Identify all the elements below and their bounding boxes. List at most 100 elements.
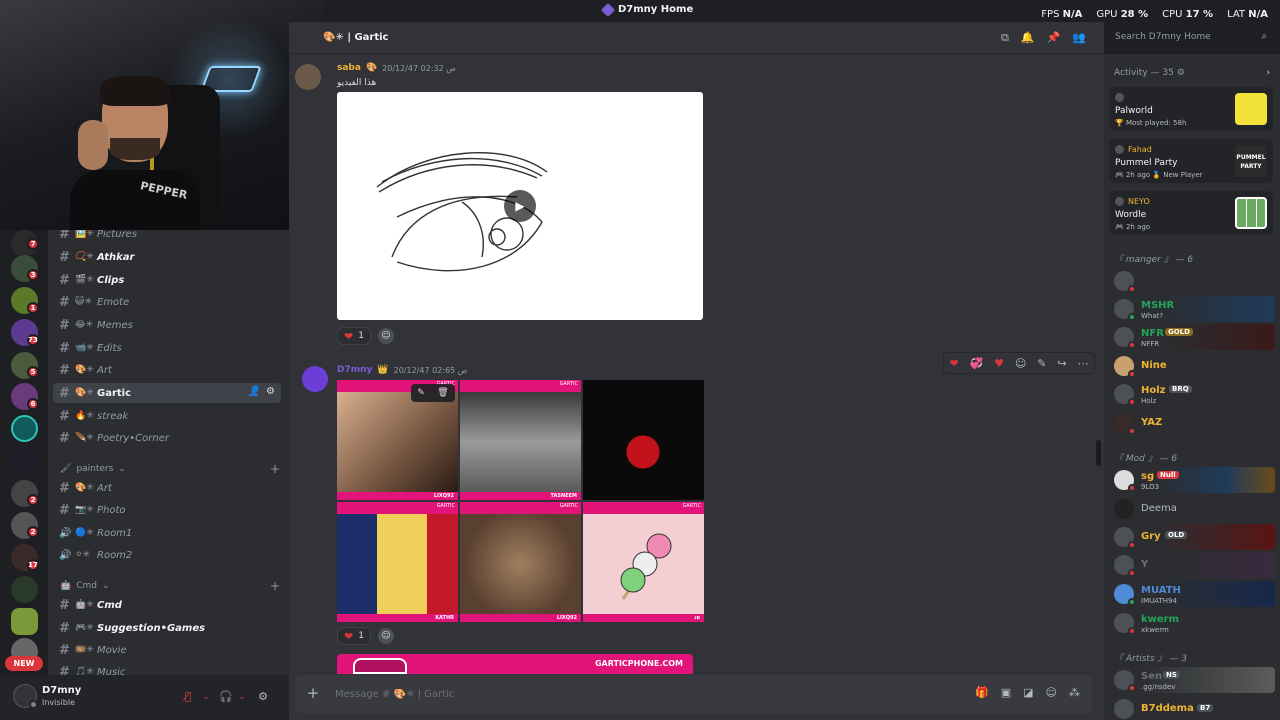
gallery-image[interactable]: GARTIC KATHR — [337, 502, 458, 622]
channel-pictures[interactable]: # 🖼️✳ Pictures — [53, 230, 281, 244]
channel-streak[interactable]: # 🔥✳ streak — [53, 406, 281, 426]
video-attachment[interactable]: ▶ — [337, 92, 703, 320]
channel-movie[interactable]: # 🎞️✳ Movie — [53, 640, 281, 660]
member-item[interactable]: Holz BRQ Holz — [1109, 381, 1275, 407]
heart-icon: ❤ — [344, 329, 354, 343]
invite-icon[interactable]: 👤 — [248, 386, 260, 397]
message-author[interactable]: saba — [337, 63, 361, 73]
member-item[interactable]: Y — [1109, 552, 1275, 578]
voice-channel-room2[interactable]: 🔊 ⚪✳ Room2 — [53, 545, 281, 565]
mute-mic-button[interactable]: 🎙̸ — [178, 687, 198, 705]
channel-gartic[interactable]: # 🎨✳ Gartic 👤 ⚙ — [53, 383, 281, 403]
bell-icon[interactable]: 🔔 — [1021, 31, 1035, 45]
sticker-icon[interactable]: ◪ — [1023, 686, 1033, 699]
gallery-image[interactable]: GARTIC LIXQ92 ✎ 🗑 — [337, 380, 458, 500]
gif-icon[interactable]: ▣ — [1001, 686, 1011, 699]
channel-music[interactable]: # 🎵✳ Music — [53, 662, 281, 676]
add-reaction-button[interactable]: ☺ — [378, 328, 394, 344]
channel-cmd[interactable]: # 🤖✳ Cmd — [53, 595, 281, 615]
upload-plus-button[interactable]: + — [305, 685, 321, 701]
threads-icon[interactable]: ⧉ — [1001, 31, 1009, 45]
avatar[interactable] — [295, 64, 321, 90]
channel-art[interactable]: # 🎨✳ Art — [53, 360, 281, 380]
audio-options-chevron[interactable]: ⌄ — [232, 687, 252, 705]
gallery-image[interactable] — [583, 380, 704, 500]
server-icon[interactable] — [11, 415, 38, 442]
activity-header[interactable]: Activity — 35 ⚙ › — [1114, 68, 1270, 78]
channel-suggestion-games[interactable]: # 🎮✳ Suggestion•Games — [53, 618, 281, 638]
gallery-image[interactable]: GARTIC TASNEEM — [460, 380, 581, 500]
member-item[interactable]: YAZ — [1109, 410, 1275, 436]
gear-icon[interactable]: ⚙ — [266, 386, 275, 397]
member-item[interactable]: MUATH IMUATH94 — [1109, 581, 1275, 607]
window-title: D7mny Home — [600, 2, 693, 17]
server-icon[interactable] — [11, 448, 38, 475]
mic-options-chevron[interactable]: ⌄ — [196, 687, 216, 705]
channel-memes[interactable]: # 😂✳ Memes — [53, 315, 281, 335]
category-painters[interactable]: 🖌 painters ⌄ + — [60, 462, 280, 476]
search-input[interactable]: Search D7mny Home ⌕ — [1109, 29, 1273, 47]
member-item[interactable]: NFR GOLD NFFR — [1109, 324, 1275, 350]
reaction-heart[interactable]: ❤ 1 — [337, 627, 371, 645]
channel-painters-art[interactable]: # 🎨✳ Art — [53, 478, 281, 498]
heart-reaction-icon[interactable]: ♥ — [994, 357, 1004, 370]
chevron-right-icon[interactable]: › — [1266, 68, 1270, 78]
reaction-heart[interactable]: ❤ 1 — [337, 327, 371, 345]
member-item[interactable]: MSHR What? — [1109, 296, 1275, 322]
chat-scrollbar[interactable] — [1096, 440, 1101, 466]
gartic-banner-image[interactable]: GARTICPHONE.COM — [337, 654, 693, 674]
member-item[interactable]: Sen NS .gg/nsdev — [1109, 667, 1275, 693]
member-item[interactable]: Gry OLD — [1109, 524, 1275, 550]
edit-icon[interactable]: ✎ — [417, 388, 425, 398]
member-item[interactable]: B7ddema B7 — [1109, 696, 1275, 720]
user-settings-button[interactable]: ⚙ — [253, 687, 273, 705]
member-item[interactable]: kwerm xkwerm — [1109, 610, 1275, 636]
channel-photo[interactable]: # 📷✳ Photo — [53, 500, 281, 520]
member-item[interactable]: Nine — [1109, 353, 1275, 379]
trash-icon[interactable]: 🗑 — [437, 388, 448, 398]
member-item[interactable]: sg Null 9LO3 — [1109, 467, 1275, 493]
heart-reaction-icon[interactable]: ❤ — [949, 357, 958, 370]
add-channel-icon[interactable]: + — [270, 579, 280, 593]
channel-poetry-corner[interactable]: # 🪶✳ Poetry•Corner — [53, 428, 281, 448]
channel-emote[interactable]: # 😺✳ Emote — [53, 292, 281, 312]
message-timestamp: 20/12/47 02:32 ص — [382, 63, 456, 73]
category-cmd[interactable]: 🤖 Cmd ⌄ + — [60, 579, 280, 593]
activity-card[interactable]: Fahad Pummel Party 🎮 2h ago 🏅 New Player… — [1109, 139, 1273, 183]
gift-icon[interactable]: 🎁 — [975, 686, 989, 699]
server-icon[interactable] — [11, 576, 38, 603]
message-input[interactable] — [335, 686, 935, 702]
edit-icon[interactable]: ✎ — [1037, 357, 1046, 370]
chevron-down-icon: ⌄ — [118, 464, 126, 474]
channel-athkar[interactable]: # 📿✳ Athkar — [53, 247, 281, 267]
add-reaction-icon[interactable]: ☺ — [1015, 357, 1026, 370]
activity-card[interactable]: NEYO Wordle 🎮 2h ago — [1109, 191, 1273, 235]
voice-channel-room1[interactable]: 🔊 🔵✳ Room1 — [53, 523, 281, 543]
activity-card[interactable]: Palworld 🏆 Most played: 58h — [1109, 87, 1273, 131]
members-icon[interactable]: 👥 — [1072, 31, 1086, 45]
game-thumbnail — [1235, 93, 1267, 125]
channel-clips[interactable]: # 🎬✳ Clips — [53, 270, 281, 290]
reply-icon[interactable]: ↪ — [1057, 357, 1066, 370]
gallery-image[interactable]: GARTIC LIXQ92 — [460, 502, 581, 622]
hash-icon: # — [59, 230, 70, 242]
play-button[interactable]: ▶ — [504, 190, 536, 222]
gallery-image[interactable]: GARTIC ᴊᴅ — [583, 502, 704, 622]
emoji-icon[interactable]: ☺ — [1046, 686, 1057, 699]
server-icon[interactable] — [11, 608, 38, 635]
avatar[interactable] — [13, 684, 38, 709]
message-author[interactable]: D7mny — [337, 365, 372, 375]
sparkle-heart-icon[interactable]: 💞 — [970, 357, 984, 370]
mention-badge: 2 — [27, 494, 39, 506]
new-unreads-pill[interactable]: NEW — [5, 656, 43, 671]
pin-icon[interactable]: 📌 — [1047, 31, 1061, 45]
member-item[interactable]: Deema — [1109, 496, 1275, 522]
member-item[interactable] — [1109, 268, 1275, 294]
avatar — [1114, 299, 1136, 321]
apps-icon[interactable]: ⁂ — [1069, 686, 1080, 699]
add-channel-icon[interactable]: + — [270, 462, 280, 476]
add-reaction-button[interactable]: ☺ — [378, 628, 394, 644]
more-icon[interactable]: ⋯ — [1077, 357, 1088, 370]
channel-edits[interactable]: # 📹✳ Edits — [53, 338, 281, 358]
avatar[interactable] — [302, 366, 328, 392]
